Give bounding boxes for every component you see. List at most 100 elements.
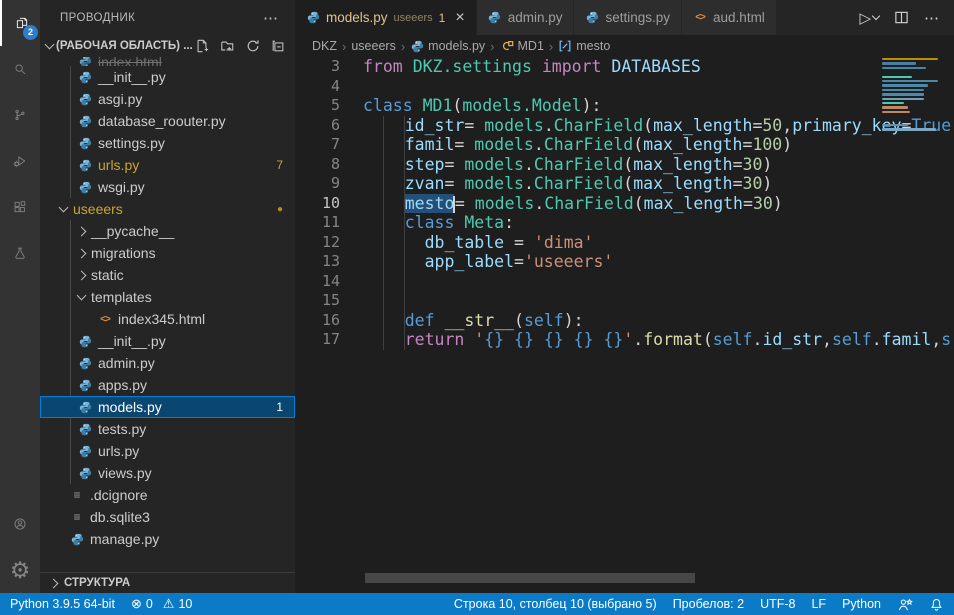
line-number[interactable]: 15 <box>295 291 340 311</box>
line-number[interactable]: 7 <box>295 135 340 155</box>
line-number[interactable]: 9 <box>295 174 340 194</box>
status-indentation[interactable]: Пробелов: 2 <box>673 597 744 611</box>
tree-item-asgi-py[interactable]: asgi.py <box>40 88 295 110</box>
tree-item--init-py[interactable]: __init__.py <box>40 66 295 88</box>
activitybar-extensions[interactable] <box>0 184 40 230</box>
code-token: = <box>455 194 475 213</box>
chevron-right-icon <box>77 226 87 236</box>
tree-item-database-roouter-py[interactable]: database_roouter.py <box>40 110 295 132</box>
close-icon[interactable]: × <box>455 10 464 26</box>
activitybar-search[interactable] <box>0 46 40 92</box>
tab-settings-py[interactable]: settings.py <box>574 0 682 35</box>
tree-item-tests-py[interactable]: tests.py <box>40 418 295 440</box>
tab-models-py[interactable]: models.pyuseeers1× <box>295 0 477 35</box>
tree-item-migrations[interactable]: migrations <box>40 242 295 264</box>
minimap[interactable] <box>882 57 948 132</box>
status-language-mode[interactable]: Python <box>842 597 881 611</box>
status-eol[interactable]: LF <box>811 597 826 611</box>
code-line-7[interactable]: 7famil= models.CharField(max_length=100) <box>295 135 954 155</box>
status-encoding[interactable]: UTF-8 <box>760 597 795 611</box>
run-button[interactable]: ▷ <box>859 9 879 27</box>
line-number[interactable]: 3 <box>295 57 340 77</box>
activitybar-account[interactable] <box>0 501 40 547</box>
breadcrumb-item-dkz[interactable]: DKZ <box>312 39 337 53</box>
code-line-text: class Meta: <box>340 213 514 233</box>
tab-admin-py[interactable]: admin.py <box>477 0 575 35</box>
line-number[interactable]: 12 <box>295 233 340 253</box>
code-line-14[interactable]: 14 <box>295 272 954 292</box>
tree-item--dcignore[interactable]: ≡.dcignore <box>40 484 295 506</box>
tab-aud-html[interactable]: <>aud.html <box>682 0 777 35</box>
tree-item-index-html[interactable]: index.html <box>40 57 295 66</box>
code-token <box>564 330 574 349</box>
more-actions-icon[interactable]: ⋯ <box>263 9 279 27</box>
code-line-17[interactable]: 17return '{} {} {} {} {}'.format(self.id… <box>295 330 954 350</box>
code-line-6[interactable]: 6id_str= models.CharField(max_length=50,… <box>295 116 954 136</box>
line-number[interactable]: 16 <box>295 311 340 331</box>
code-line-11[interactable]: 11class Meta: <box>295 213 954 233</box>
new-file-icon[interactable] <box>195 39 209 53</box>
tree-item-useeers[interactable]: useeers● <box>40 198 295 220</box>
new-folder-icon[interactable] <box>220 39 235 53</box>
split-editor-icon[interactable] <box>894 10 909 25</box>
tree-item-static[interactable]: static <box>40 264 295 286</box>
workspace-section-header[interactable]: (РАБОЧАЯ ОБЛАСТЬ) ... <box>40 35 295 57</box>
code-line-3[interactable]: 3from DKZ.settings import DATABASES <box>295 57 954 77</box>
line-number[interactable]: 10 <box>295 194 340 214</box>
status-bell[interactable] <box>929 597 944 612</box>
code-editor[interactable]: 3from DKZ.settings import DATABASES45cla… <box>295 57 954 583</box>
code-line-15[interactable]: 15 <box>295 291 954 311</box>
line-number[interactable]: 4 <box>295 77 340 97</box>
tree-item-wsgi-py[interactable]: wsgi.py <box>40 176 295 198</box>
activitybar-explorer[interactable]: 2 <box>0 0 42 46</box>
tree-item-index345-html[interactable]: <>index345.html <box>40 308 295 330</box>
tree-item-label: __init__.py <box>98 333 166 349</box>
line-number[interactable]: 13 <box>295 252 340 272</box>
code-line-4[interactable]: 4 <box>295 77 954 97</box>
tree-item-admin-py[interactable]: admin.py <box>40 352 295 374</box>
activitybar-testing[interactable] <box>0 230 40 276</box>
tree-item-apps-py[interactable]: apps.py <box>40 374 295 396</box>
tree-item-views-py[interactable]: views.py <box>40 462 295 484</box>
tree-item-settings-py[interactable]: settings.py <box>40 132 295 154</box>
collapse-all-icon[interactable] <box>271 39 285 53</box>
code-line-9[interactable]: 9zvan= models.CharField(max_length=30) <box>295 174 954 194</box>
status-problems[interactable]: ⊗0⚠10 <box>131 596 192 612</box>
line-number[interactable]: 14 <box>295 272 340 292</box>
tree-item-models-py[interactable]: models.py1 <box>40 396 295 418</box>
activitybar-source-control[interactable] <box>0 92 40 138</box>
line-number[interactable]: 11 <box>295 213 340 233</box>
tree-item-manage-py[interactable]: manage.py <box>40 528 295 550</box>
tree-item-urls-py[interactable]: urls.py <box>40 440 295 462</box>
more-icon[interactable]: ⋯ <box>924 9 940 27</box>
python-file-icon <box>70 533 84 546</box>
code-line-12[interactable]: 12 db_table = 'dima' <box>295 233 954 253</box>
activitybar-run-debug[interactable] <box>0 138 40 184</box>
tree-item-templates[interactable]: templates <box>40 286 295 308</box>
line-number[interactable]: 8 <box>295 155 340 175</box>
breadcrumb-item-md1[interactable]: MD1 <box>500 39 544 53</box>
tree-item-label: admin.py <box>98 355 155 371</box>
tree-item-urls-py[interactable]: urls.py7 <box>40 154 295 176</box>
breadcrumb-item-useeers[interactable]: useeers <box>351 39 395 53</box>
code-line-16[interactable]: 16def __str__(self): <box>295 311 954 331</box>
code-line-8[interactable]: 8step= models.CharField(max_length=30) <box>295 155 954 175</box>
outline-section-header[interactable]: СТРУКТУРА <box>40 572 295 593</box>
code-line-5[interactable]: 5class MD1(models.Model): <box>295 96 954 116</box>
tree-item--init-py[interactable]: __init__.py <box>40 330 295 352</box>
tree-item--pycache-[interactable]: __pycache__ <box>40 220 295 242</box>
code-line-10[interactable]: 10mesto= models.CharField(max_length=30) <box>295 194 954 214</box>
tree-item-db-sqlite3[interactable]: ≡db.sqlite3 <box>40 506 295 528</box>
line-number[interactable]: 5 <box>295 96 340 116</box>
horizontal-scrollbar[interactable] <box>365 573 695 583</box>
line-number[interactable]: 17 <box>295 330 340 350</box>
status-feedback[interactable] <box>897 597 913 612</box>
status-python-interpreter[interactable]: Python 3.9.5 64-bit <box>10 597 115 611</box>
line-number[interactable]: 6 <box>295 116 340 136</box>
breadcrumb-item-models.py[interactable]: models.py <box>410 39 485 53</box>
code-line-13[interactable]: 13 app_label='useeers' <box>295 252 954 272</box>
activitybar-settings[interactable]: ⚙ <box>0 547 40 593</box>
status-cursor-position[interactable]: Строка 10, столбец 10 (выбрано 5) <box>454 597 657 611</box>
refresh-icon[interactable] <box>246 39 260 53</box>
breadcrumb-item-mesto[interactable]: mesto <box>558 39 610 53</box>
